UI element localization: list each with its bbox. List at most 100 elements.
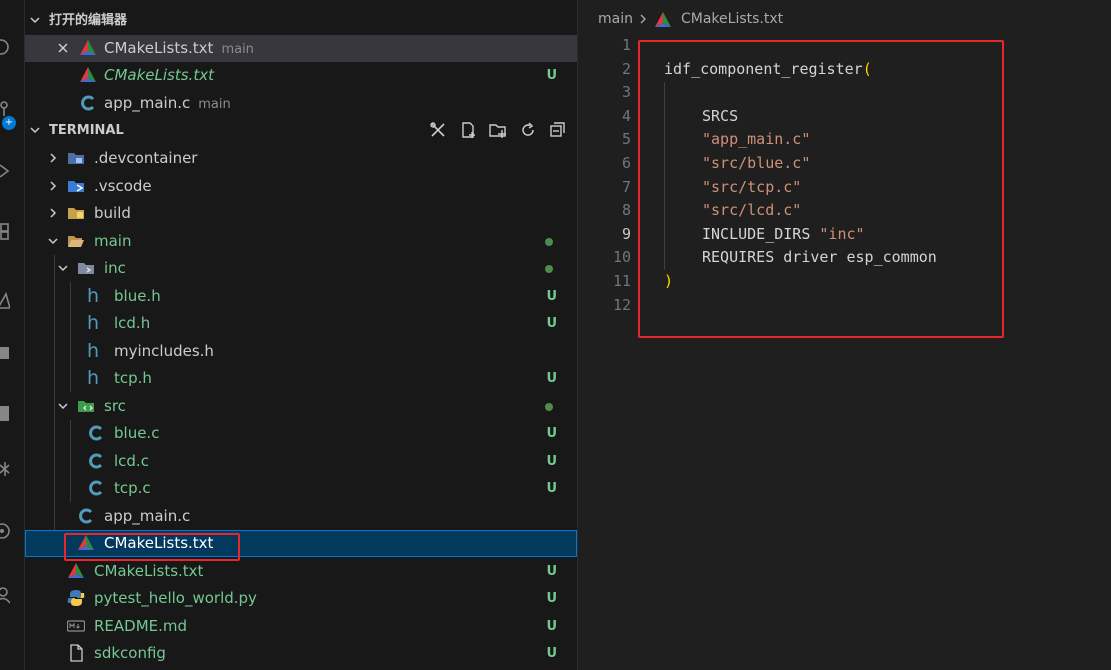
remote-icon[interactable] xyxy=(0,522,10,540)
line-number: 3 xyxy=(621,83,631,102)
untracked-badge: U xyxy=(546,591,557,606)
untracked-badge: U xyxy=(546,316,557,331)
chip-icon[interactable] xyxy=(0,344,10,362)
tree-item-label: tcp.h xyxy=(114,369,152,387)
line-number: 10 xyxy=(612,248,631,267)
header-file-icon: h xyxy=(87,367,100,389)
tree-item-blue-c[interactable]: blue.c U xyxy=(25,420,577,447)
markdown-file-icon xyxy=(67,617,85,635)
tree-item-label: lcd.h xyxy=(114,314,151,332)
breadcrumb-file[interactable]: CMakeLists.txt xyxy=(681,11,783,27)
breadcrumb-folder[interactable]: main xyxy=(598,11,633,27)
open-editor-item[interactable]: app_main.c main xyxy=(25,90,577,117)
tree-item-root-cmakelists[interactable]: CMakeLists.txt U xyxy=(25,558,577,585)
untracked-badge: U xyxy=(546,619,557,634)
cmake-file-icon xyxy=(79,66,97,84)
tree-item-label: .devcontainer xyxy=(94,149,198,167)
tools-icon[interactable] xyxy=(429,121,447,139)
tree-item-label: blue.c xyxy=(114,424,160,442)
chevron-right-icon xyxy=(45,173,61,200)
header-file-icon: h xyxy=(87,340,100,362)
tree-item-lcd-h[interactable]: h lcd.h U xyxy=(25,310,577,337)
untracked-badge: U xyxy=(546,289,557,304)
collapse-all-icon[interactable] xyxy=(549,121,567,139)
tree-item-label: inc xyxy=(104,259,126,277)
open-editor-label: CMakeLists.txt xyxy=(104,66,214,84)
tree-item-blue-h[interactable]: h blue.h U xyxy=(25,283,577,310)
explorer-header[interactable]: TERMINAL xyxy=(25,117,577,144)
search-icon[interactable] xyxy=(0,38,10,56)
tree-item-tcp-c[interactable]: tcp.c U xyxy=(25,475,577,502)
open-editors-header[interactable]: 打开的编辑器 xyxy=(25,7,577,34)
run-debug-icon[interactable] xyxy=(0,162,10,180)
untracked-badge: U xyxy=(546,68,557,83)
untracked-badge: U xyxy=(546,481,557,496)
c-file-icon xyxy=(87,424,105,442)
folder-devcontainer-icon xyxy=(67,149,85,167)
folder-src-icon xyxy=(77,397,95,415)
new-folder-icon[interactable] xyxy=(489,121,507,139)
untracked-badge: U xyxy=(546,371,557,386)
cmake-file-icon xyxy=(67,562,85,580)
cmake-file-icon xyxy=(79,39,97,57)
source-control-badge-icon: + xyxy=(2,116,16,130)
tree-item-tcp-h[interactable]: h tcp.h U xyxy=(25,365,577,392)
line-number: 6 xyxy=(621,154,631,172)
tree-item-src[interactable]: src xyxy=(25,393,577,420)
file-icon xyxy=(67,644,85,662)
tree-item-build[interactable]: build xyxy=(25,200,577,227)
explorer-sidebar: 打开的编辑器 CMakeLists.txt main CMakeLists.txt… xyxy=(25,0,578,670)
chevron-down-icon xyxy=(55,255,71,282)
open-editor-label: CMakeLists.txt main xyxy=(104,39,254,57)
modified-dot xyxy=(545,403,553,411)
open-editor-item[interactable]: CMakeLists.txt U xyxy=(25,62,577,89)
account-icon[interactable] xyxy=(0,586,10,604)
tree-item-label: pytest_hello_world.py xyxy=(94,589,257,607)
header-file-icon: h xyxy=(87,312,100,334)
code-highlight-annotation-box xyxy=(638,40,1004,338)
open-editor-item[interactable]: CMakeLists.txt main xyxy=(25,35,577,62)
tree-item-label: tcp.c xyxy=(114,479,151,497)
line-number: 5 xyxy=(621,130,631,149)
new-file-icon[interactable] xyxy=(459,121,477,139)
tree-item-label: build xyxy=(94,204,131,222)
tree-item-sdkconfig[interactable]: sdkconfig U xyxy=(25,640,577,667)
line-number: 4 xyxy=(621,106,631,125)
snowflake-icon[interactable] xyxy=(0,460,10,478)
tree-item-vscode[interactable]: .vscode xyxy=(25,173,577,200)
untracked-badge: U xyxy=(546,426,557,441)
refresh-icon[interactable] xyxy=(519,121,537,139)
line-number: 11 xyxy=(612,272,631,290)
tree-item-inc[interactable]: inc xyxy=(25,255,577,282)
tree-item-label: blue.h xyxy=(114,287,161,305)
tree-item-label: CMakeLists.txt xyxy=(94,562,204,580)
extensions-icon[interactable] xyxy=(0,222,10,240)
tree-item-pytest[interactable]: pytest_hello_world.py U xyxy=(25,585,577,612)
section-title: TERMINAL xyxy=(49,123,124,138)
tree-item-devcontainer[interactable]: .devcontainer xyxy=(25,145,577,172)
tree-item-lcd-c[interactable]: lcd.c U xyxy=(25,448,577,475)
python-file-icon xyxy=(67,589,85,607)
tree-item-readme[interactable]: README.md U xyxy=(25,613,577,640)
chevron-right-icon xyxy=(637,13,649,25)
close-icon[interactable] xyxy=(55,35,71,62)
tree-item-main[interactable]: main xyxy=(25,228,577,255)
chevron-down-icon xyxy=(45,228,61,255)
device-icon[interactable] xyxy=(0,404,10,422)
open-editor-label: app_main.c main xyxy=(104,94,231,112)
untracked-badge: U xyxy=(546,646,557,661)
tree-item-label: README.md xyxy=(94,617,188,635)
highlight-annotation-box xyxy=(64,533,240,561)
editor-pane: main CMakeLists.txt 1 2 idf_component_re… xyxy=(578,0,1111,670)
line-number: 12 xyxy=(612,295,631,314)
modified-dot xyxy=(545,265,553,273)
chevron-right-icon xyxy=(45,200,61,227)
untracked-badge: U xyxy=(546,454,557,469)
line-number: 9 xyxy=(621,224,631,243)
folder-vscode-icon xyxy=(67,177,85,195)
cmake-icon[interactable] xyxy=(0,292,10,310)
tree-item-label: main xyxy=(94,232,132,250)
modified-dot xyxy=(545,238,553,246)
tree-item-myincludes-h[interactable]: h myincludes.h xyxy=(25,338,577,365)
tree-item-app-main-c[interactable]: app_main.c xyxy=(25,503,577,530)
